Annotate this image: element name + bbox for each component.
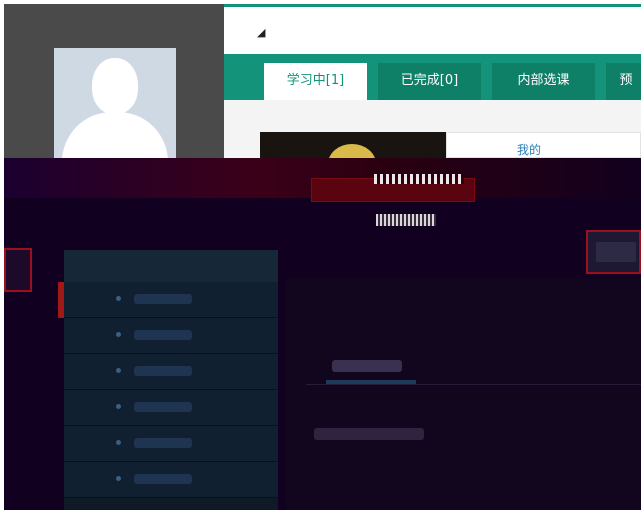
main-tab-strip: [306, 350, 641, 385]
side-nav-item[interactable]: [64, 282, 278, 318]
course-title[interactable]: 我的: [446, 132, 641, 158]
garbled-text: [374, 174, 464, 184]
side-nav-item-label: [134, 294, 192, 304]
left-highlight-box[interactable]: [4, 248, 32, 292]
bullet-icon: [116, 404, 121, 409]
speaker-icon[interactable]: ◢: [257, 27, 269, 39]
side-nav-item[interactable]: [64, 462, 278, 498]
garbled-text-2: [376, 214, 436, 226]
main-section-heading: [314, 428, 424, 440]
course-thumbnail[interactable]: [260, 132, 446, 158]
side-nav-item-label: [134, 438, 192, 448]
side-nav: [58, 250, 278, 513]
side-nav-header: [64, 250, 278, 282]
side-nav-item[interactable]: [64, 354, 278, 390]
main-tab-underline: [326, 380, 416, 384]
right-highlight-box[interactable]: [586, 230, 641, 274]
profile-panel: [4, 4, 224, 158]
thumbnail-light-shape: [328, 144, 376, 158]
side-nav-item-label: [134, 366, 192, 376]
course-title-text: 我的: [517, 143, 542, 157]
avatar-head-shape: [92, 58, 138, 114]
top-bar: ◢: [224, 4, 641, 54]
side-nav-item-label: [134, 474, 192, 484]
tab-preview[interactable]: 预: [606, 63, 641, 100]
bullet-icon: [116, 296, 121, 301]
course-list-area: 我的: [224, 100, 641, 158]
glitched-overlay: [4, 158, 641, 513]
avatar-shoulders-shape: [62, 112, 168, 158]
bullet-icon: [116, 440, 121, 445]
tab-completed[interactable]: 已完成[0]: [378, 63, 481, 100]
side-nav-item[interactable]: [64, 390, 278, 426]
tab-internal-courses[interactable]: 内部选课: [492, 63, 595, 100]
right-button-shape: [596, 242, 636, 262]
bullet-icon: [116, 332, 121, 337]
side-nav-item[interactable]: [64, 318, 278, 354]
side-nav-item[interactable]: [64, 426, 278, 462]
side-nav-item-label: [134, 330, 192, 340]
avatar[interactable]: [54, 48, 176, 158]
course-tab-bar: 学习中[1] 已完成[0] 内部选课 预: [224, 54, 641, 100]
bullet-icon: [116, 476, 121, 481]
main-panel: [286, 278, 641, 513]
main-tab-active[interactable]: [332, 360, 402, 372]
tab-learning[interactable]: 学习中[1]: [264, 63, 367, 100]
bullet-icon: [116, 368, 121, 373]
side-nav-item-label: [134, 402, 192, 412]
